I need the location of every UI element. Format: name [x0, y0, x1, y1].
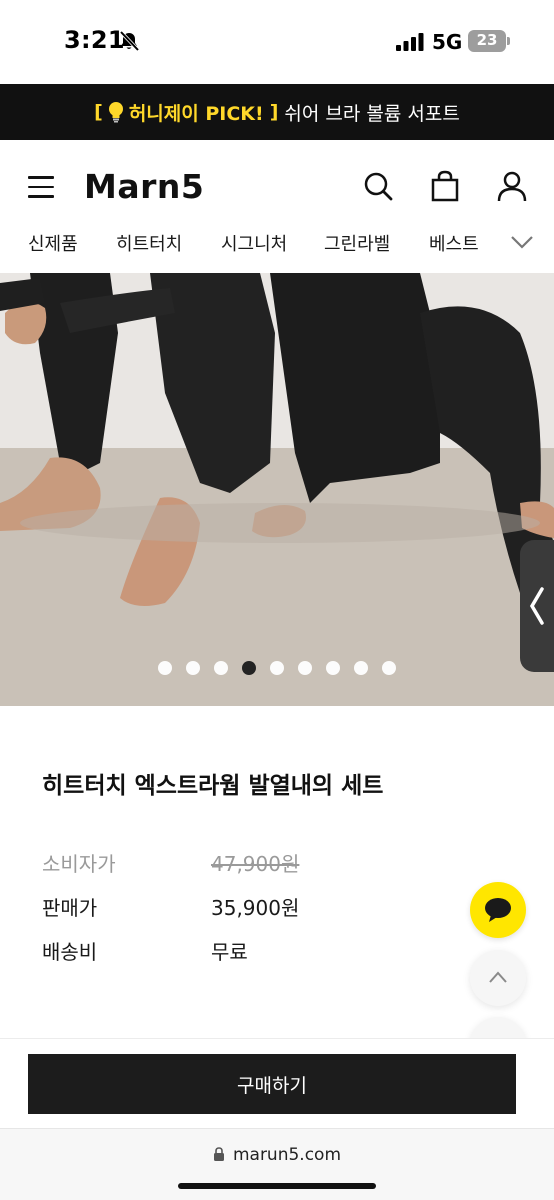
- carousel-dot[interactable]: [158, 661, 172, 675]
- carousel-dot[interactable]: [354, 661, 368, 675]
- sale-price-label: 판매가: [42, 896, 98, 920]
- purchase-bar: 구매하기: [0, 1038, 554, 1128]
- battery-level: 23: [476, 31, 498, 49]
- promo-highlight: 허니제이 PICK!: [128, 102, 264, 125]
- carousel-dot[interactable]: [242, 661, 256, 675]
- side-drawer-tab[interactable]: [520, 540, 554, 672]
- home-indicator[interactable]: [178, 1183, 376, 1189]
- bell-off-icon: [119, 30, 140, 52]
- signal-icon: [396, 33, 424, 51]
- nav-item-greenlabel[interactable]: 그린라벨: [324, 230, 390, 256]
- url-display[interactable]: marun5.com: [0, 1145, 554, 1165]
- carousel-dot[interactable]: [186, 661, 200, 675]
- status-time: 3:21: [64, 26, 125, 54]
- scroll-top-button[interactable]: [470, 950, 526, 1006]
- list-price-label: 소비자가: [42, 852, 116, 876]
- lightbulb-icon: [108, 102, 123, 123]
- shopping-bag-icon[interactable]: [429, 170, 461, 202]
- nav-item-signature[interactable]: 시그니처: [221, 230, 287, 256]
- promo-banner[interactable]: [ 허니제이 PICK! ] 쉬어 브라 볼륨 서포트: [0, 84, 554, 140]
- brand-logo[interactable]: Marn5: [84, 167, 204, 206]
- url-text: marun5.com: [232, 1145, 342, 1165]
- product-photo: [0, 273, 554, 706]
- promo-text: 쉬어 브라 볼륨 서포트: [284, 102, 460, 125]
- battery-icon: 23: [468, 30, 510, 52]
- chat-button[interactable]: [470, 882, 526, 938]
- search-icon[interactable]: [362, 170, 394, 202]
- buy-button[interactable]: 구매하기: [28, 1054, 516, 1114]
- lock-icon: [213, 1147, 224, 1161]
- nav-item-new[interactable]: 신제품: [28, 230, 78, 256]
- carousel-dot[interactable]: [298, 661, 312, 675]
- chevron-down-icon[interactable]: [510, 234, 534, 250]
- nav-item-heattouch[interactable]: 히트터치: [116, 230, 182, 256]
- carousel-dot[interactable]: [382, 661, 396, 675]
- product-image-carousel[interactable]: [0, 273, 554, 706]
- chevron-left-icon: [529, 587, 544, 625]
- hamburger-menu-icon[interactable]: [28, 176, 54, 198]
- status-bar: 3:21 5G 23: [0, 0, 554, 84]
- promo-bracket-open: [: [94, 101, 103, 123]
- shipping-value: 무료: [211, 940, 248, 964]
- product-title: 히트터치 엑스트라웜 발열내의 세트: [42, 773, 384, 799]
- promo-bracket-close: ]: [269, 101, 279, 123]
- nav-item-best[interactable]: 베스트: [429, 230, 479, 256]
- carousel-indicators: [158, 661, 396, 675]
- carousel-dot[interactable]: [270, 661, 284, 675]
- carousel-dot[interactable]: [326, 661, 340, 675]
- user-account-icon[interactable]: [496, 170, 528, 202]
- browser-url-bar[interactable]: marun5.com: [0, 1128, 554, 1200]
- carousel-dot[interactable]: [214, 661, 228, 675]
- site-header: Marn5: [0, 140, 554, 232]
- shipping-label: 배송비: [42, 940, 98, 964]
- sale-price-value: 35,900원: [211, 896, 300, 920]
- category-nav: 신제품 히트터치 시그니처 그린라벨 베스트: [0, 222, 554, 272]
- list-price-value: 47,900원: [211, 852, 300, 876]
- chevron-up-icon: [489, 971, 507, 983]
- network-type: 5G: [432, 30, 463, 54]
- chat-bubble-icon: [485, 898, 511, 922]
